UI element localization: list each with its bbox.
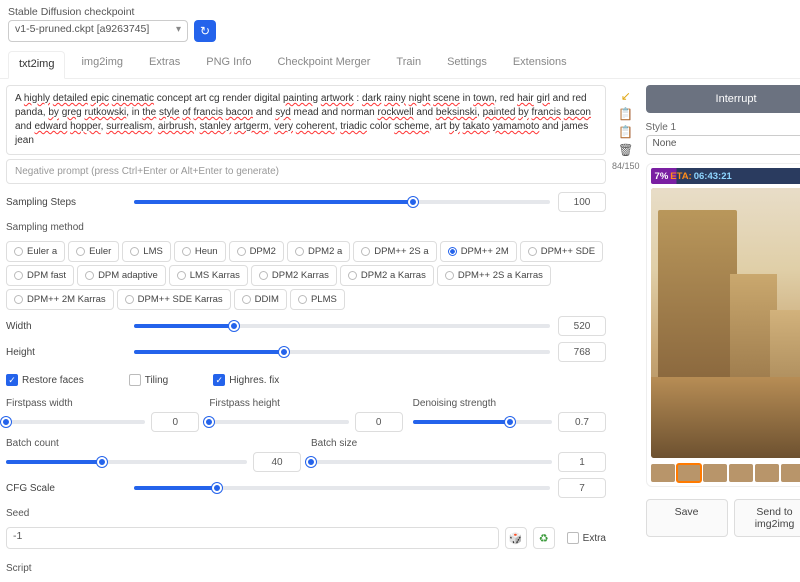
tab-settings[interactable]: Settings (437, 50, 497, 78)
sampler-lms[interactable]: LMS (122, 241, 171, 262)
prompt-input[interactable]: A highly detailed epic cinematic concept… (6, 85, 606, 155)
sampler-dpm2-a-karras[interactable]: DPM2 a Karras (340, 265, 434, 286)
refresh-checkpoint-button[interactable]: ↻ (194, 20, 216, 42)
sampler-ddim[interactable]: DDIM (234, 289, 287, 310)
sampler-dpm2-karras[interactable]: DPM2 Karras (251, 265, 337, 286)
sampler-dpm-sde-karras[interactable]: DPM++ SDE Karras (117, 289, 231, 310)
height-value[interactable]: 768 (558, 342, 606, 362)
sampling-steps-label: Sampling Steps (6, 197, 126, 208)
clipboard-icon[interactable]: 📋 (618, 107, 633, 121)
batch-count-value[interactable]: 40 (253, 452, 301, 472)
script-label: Script (6, 563, 606, 574)
width-value[interactable]: 520 (558, 316, 606, 336)
gallery-thumbnails (651, 464, 800, 482)
sampler-radio-group: Euler aEulerLMSHeunDPM2DPM2 aDPM++ 2S aD… (6, 241, 606, 310)
tab-extras[interactable]: Extras (139, 50, 190, 78)
sampler-dpm2-a[interactable]: DPM2 a (287, 241, 350, 262)
main-tabs: txt2imgimg2imgExtrasPNG InfoCheckpoint M… (0, 44, 800, 79)
seed-label: Seed (6, 508, 606, 519)
batch-count-slider[interactable] (6, 460, 247, 464)
sampler-dpm2[interactable]: DPM2 (229, 241, 284, 262)
style1-select[interactable]: None (646, 135, 800, 155)
width-label: Width (6, 321, 126, 332)
sampler-dpm-sde[interactable]: DPM++ SDE (520, 241, 603, 262)
seed-input[interactable]: -1 (6, 527, 499, 549)
firstpass-height-slider[interactable] (209, 420, 348, 424)
sampler-heun[interactable]: Heun (174, 241, 226, 262)
tab-checkpoint-merger[interactable]: Checkpoint Merger (267, 50, 380, 78)
sampling-method-label: Sampling method (6, 222, 606, 233)
denoise-value[interactable]: 0.7 (558, 412, 606, 432)
sampler-euler[interactable]: Euler (68, 241, 119, 262)
firstpass-width-slider[interactable] (6, 420, 145, 424)
thumbnail[interactable] (781, 464, 800, 482)
interrupt-button[interactable]: Interrupt (646, 85, 800, 113)
tab-png-info[interactable]: PNG Info (196, 50, 261, 78)
arrow-icon[interactable]: ↙ (621, 89, 631, 103)
sampler-plms[interactable]: PLMS (290, 289, 345, 310)
batch-size-label: Batch size (311, 438, 606, 449)
cfg-slider[interactable] (134, 486, 550, 490)
style1-label: Style 1 (646, 122, 800, 133)
hires-fix-checkbox[interactable]: ✓Highres. fix (213, 374, 279, 386)
batch-size-value[interactable]: 1 (558, 452, 606, 472)
sampler-dpm-2s-a[interactable]: DPM++ 2S a (353, 241, 436, 262)
trash-icon[interactable]: 🗑 (618, 143, 633, 157)
sampler-euler-a[interactable]: Euler a (6, 241, 65, 262)
firstpass-width-label: Firstpass width (6, 398, 199, 409)
negative-prompt-input[interactable]: Negative prompt (press Ctrl+Enter or Alt… (6, 159, 606, 184)
tab-train[interactable]: Train (386, 50, 431, 78)
thumbnail[interactable] (703, 464, 727, 482)
progress-bar: 7% ETA: 06:43:21 (651, 168, 800, 184)
clipboard-icon-2[interactable]: 📋 (618, 125, 633, 139)
firstpass-height-label: Firstpass height (209, 398, 402, 409)
checkpoint-label: Stable Diffusion checkpoint (8, 6, 792, 18)
thumbnail[interactable] (729, 464, 753, 482)
random-seed-button[interactable]: 🎲 (505, 527, 527, 549)
token-counter: 84/150 (612, 161, 640, 171)
batch-size-slider[interactable] (311, 460, 552, 464)
sampler-dpm-2m-karras[interactable]: DPM++ 2M Karras (6, 289, 114, 310)
denoise-slider[interactable] (413, 420, 552, 424)
sampler-dpm-fast[interactable]: DPM fast (6, 265, 74, 286)
restore-faces-checkbox[interactable]: ✓Restore faces (6, 374, 84, 386)
thumbnail[interactable] (651, 464, 675, 482)
firstpass-width-value[interactable]: 0 (151, 412, 199, 432)
height-slider[interactable] (134, 350, 550, 354)
checkpoint-select[interactable]: v1-5-pruned.ckpt [a9263745] (8, 20, 188, 42)
sampler-dpm-adaptive[interactable]: DPM adaptive (77, 265, 166, 286)
cfg-label: CFG Scale (6, 483, 126, 494)
width-slider[interactable] (134, 324, 550, 328)
thumbnail[interactable] (755, 464, 779, 482)
tab-extensions[interactable]: Extensions (503, 50, 577, 78)
firstpass-height-value[interactable]: 0 (355, 412, 403, 432)
sampler-dpm-2m[interactable]: DPM++ 2M (440, 241, 517, 262)
cfg-value[interactable]: 7 (558, 478, 606, 498)
tab-img2img[interactable]: img2img (71, 50, 133, 78)
extra-seed-checkbox[interactable]: Extra (567, 532, 606, 544)
thumbnail[interactable] (677, 464, 701, 482)
sampling-steps-slider[interactable] (134, 200, 550, 204)
recycle-seed-button[interactable]: ♻ (533, 527, 555, 549)
sampling-steps-value[interactable]: 100 (558, 192, 606, 212)
denoise-label: Denoising strength (413, 398, 606, 409)
sampler-dpm-2s-a-karras[interactable]: DPM++ 2S a Karras (437, 265, 551, 286)
output-image[interactable] (651, 188, 800, 458)
batch-count-label: Batch count (6, 438, 301, 449)
height-label: Height (6, 347, 126, 358)
tiling-checkbox[interactable]: Tiling (129, 374, 169, 386)
sampler-lms-karras[interactable]: LMS Karras (169, 265, 248, 286)
tab-txt2img[interactable]: txt2img (8, 51, 65, 79)
